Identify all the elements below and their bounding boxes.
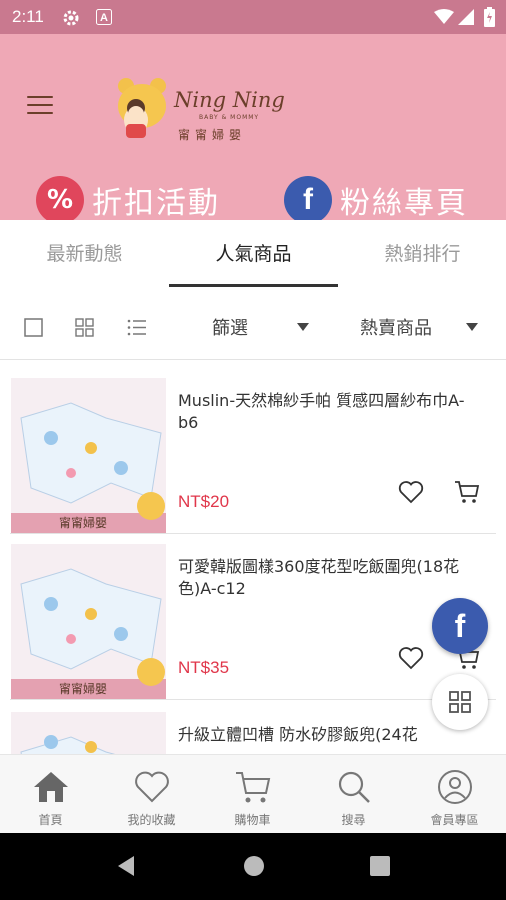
bear-mascot-icon — [118, 78, 166, 138]
single-view-icon[interactable] — [24, 318, 43, 337]
menu-bar — [27, 96, 53, 98]
nav-cart-label: 購物車 — [234, 813, 271, 827]
facebook-icon: f — [284, 176, 332, 224]
fan-page-label: 粉絲專頁 — [340, 186, 468, 221]
status-time: 2:11 — [12, 7, 44, 26]
discount-promo-label: 折扣活動 — [92, 186, 220, 221]
tab-latest[interactable]: 最新動態 — [0, 220, 169, 288]
sort-caret-icon — [466, 323, 478, 331]
nav-home[interactable]: 首頁 — [0, 755, 101, 834]
product-card[interactable]: 甯甯婦嬰 Muslin-天然棉紗手帕 質感四層紗布巾A-b6 NT$20 — [0, 368, 506, 534]
product-image[interactable] — [11, 712, 166, 754]
recents-icon[interactable] — [370, 856, 390, 876]
product-name[interactable]: 可愛韓版圖樣360度花型吃飯圍兜(18花色)A-c12 — [178, 556, 483, 600]
bottom-navigation: 首頁 我的收藏 購物車 搜尋 會員專區 — [0, 754, 506, 833]
product-price: NT$20 — [178, 492, 230, 511]
filter-dropdown[interactable]: 篩選 — [212, 314, 248, 340]
settings-icon — [63, 10, 79, 26]
hamburger-menu-button[interactable] — [27, 96, 53, 118]
logo-chinese-name: 甯甯婦嬰 — [178, 128, 247, 142]
nav-member[interactable]: 會員專區 — [404, 755, 505, 834]
brand-logo[interactable]: Ning Ning BABY & MOMMY 甯甯婦嬰 — [114, 74, 304, 144]
a-notification-icon: A — [96, 9, 112, 25]
grid-icon — [449, 691, 471, 713]
heart-icon[interactable] — [398, 480, 424, 504]
user-icon — [438, 770, 472, 804]
logo-subtitle: BABY & MOMMY — [199, 114, 260, 121]
wifi-icon — [434, 9, 454, 24]
menu-bar — [27, 104, 53, 106]
back-icon[interactable] — [116, 855, 136, 877]
category-tabs: 最新動態 人氣商品 熱銷排行 — [0, 220, 506, 288]
cart-icon — [236, 772, 271, 803]
nav-favorites-label: 我的收藏 — [127, 813, 176, 827]
logo-brand-text: Ning Ning — [174, 88, 285, 112]
list-view-icon[interactable] — [127, 318, 147, 337]
cart-icon[interactable] — [454, 480, 480, 504]
product-image-watermark: 甯甯婦嬰 — [59, 682, 108, 696]
nav-search[interactable]: 搜尋 — [303, 755, 404, 834]
menu-bar — [27, 112, 53, 114]
nav-member-label: 會員專區 — [430, 813, 479, 827]
product-image-watermark: 甯甯婦嬰 — [59, 516, 108, 530]
nav-search-label: 搜尋 — [341, 813, 366, 827]
signal-icon — [458, 9, 474, 25]
product-divider — [10, 699, 496, 700]
product-card[interactable]: 升級立體凹槽 防水矽膠飯兜(24花 — [0, 702, 506, 754]
product-name[interactable]: 升級立體凹槽 防水矽膠飯兜(24花 — [178, 724, 483, 746]
battery-icon — [484, 7, 495, 27]
discount-promo-button[interactable]: % 折扣活動 — [36, 173, 220, 227]
status-bar: 2:11 A — [0, 0, 506, 34]
nav-cart[interactable]: 購物車 — [202, 755, 303, 834]
grid-view-icon[interactable] — [75, 318, 94, 337]
nav-favorites[interactable]: 我的收藏 — [101, 755, 202, 834]
product-price: NT$35 — [178, 658, 230, 677]
active-tab-indicator — [169, 284, 338, 287]
heart-icon[interactable] — [398, 646, 424, 670]
nav-home-label: 首頁 — [38, 813, 63, 827]
heart-icon — [135, 771, 169, 803]
fan-page-button[interactable]: f 粉絲專頁 — [284, 173, 468, 227]
search-icon — [338, 771, 370, 803]
tab-best-selling[interactable]: 熱銷排行 — [338, 220, 506, 288]
svg-text:A: A — [100, 12, 108, 24]
filter-caret-icon — [297, 323, 309, 331]
product-card[interactable]: 甯甯婦嬰 可愛韓版圖樣360度花型吃飯圍兜(18花色)A-c12 NT$35 — [0, 534, 506, 700]
home-icon — [34, 772, 68, 802]
tab-popular[interactable]: 人氣商品 — [169, 220, 338, 288]
system-navigation-bar — [0, 833, 506, 900]
product-name[interactable]: Muslin-天然棉紗手帕 質感四層紗布巾A-b6 — [178, 390, 483, 434]
home-circle-icon[interactable] — [243, 855, 265, 877]
percent-icon: % — [36, 176, 84, 224]
facebook-icon: f — [454, 607, 466, 644]
product-image[interactable]: 甯甯婦嬰 — [11, 378, 166, 533]
product-image[interactable]: 甯甯婦嬰 — [11, 544, 166, 699]
facebook-float-button[interactable]: f — [432, 598, 488, 654]
grid-float-button[interactable] — [432, 674, 488, 730]
filter-bar: 篩選 熱賣商品 — [0, 296, 506, 360]
app-header: Ning Ning BABY & MOMMY 甯甯婦嬰 % 折扣活動 f 粉絲專… — [0, 34, 506, 224]
sort-dropdown[interactable]: 熱賣商品 — [360, 314, 432, 340]
